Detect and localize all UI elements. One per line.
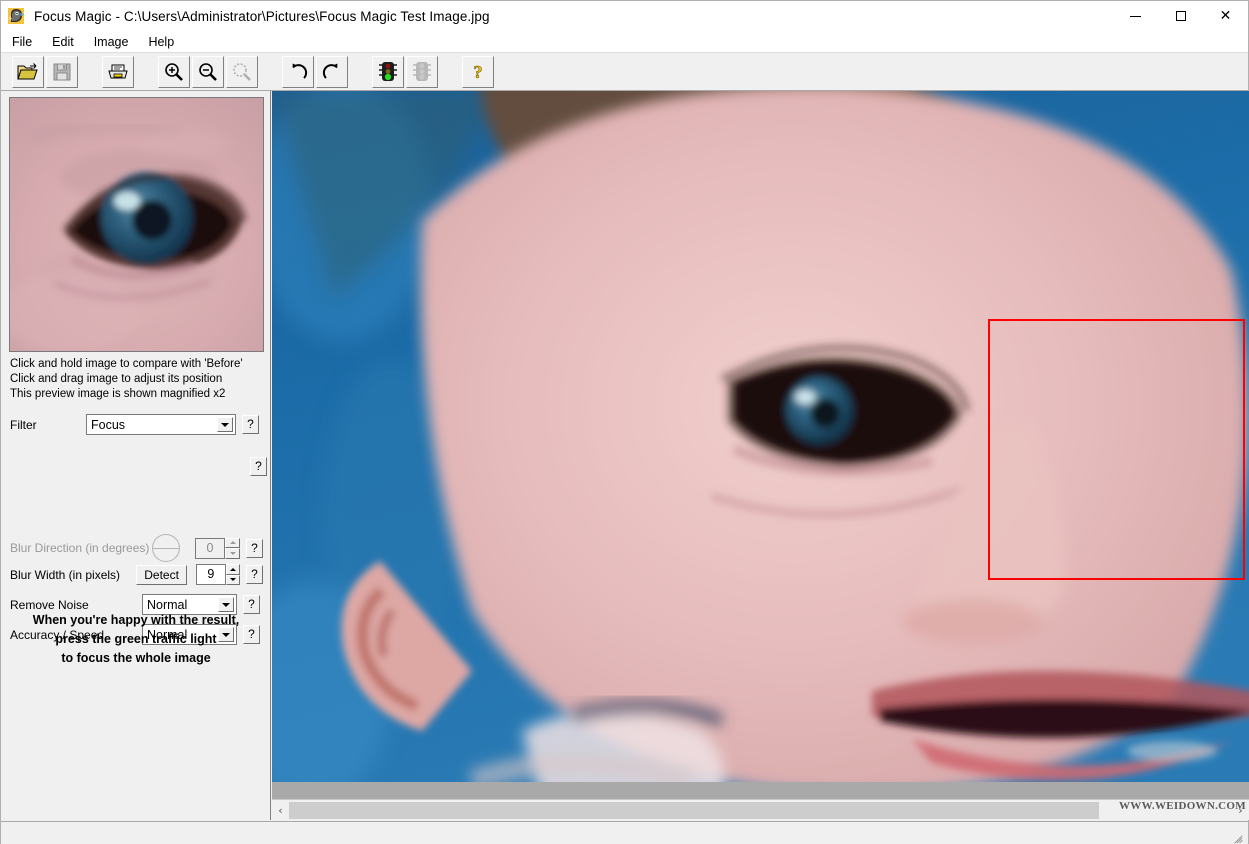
preview-hint-line1: Click and hold image to compare with 'Be… [10, 358, 243, 370]
print-button[interactable] [102, 55, 134, 88]
blur-width-increment[interactable] [225, 564, 240, 575]
chevron-down-icon[interactable] [217, 417, 233, 432]
resize-grip-icon[interactable] [1233, 830, 1245, 844]
menu-item-image[interactable]: Image [85, 33, 138, 51]
focus-magic-window: Focus Magic - C:\Users\Administrator\Pic… [0, 0, 1249, 844]
close-button[interactable]: ✕ [1203, 1, 1248, 31]
blur-direction-input[interactable]: 0 [194, 537, 226, 559]
instruction-line1: When you're happy with the result, [32, 613, 240, 627]
printer-icon [108, 64, 128, 78]
main-image-canvas[interactable]: 微当下载 [272, 91, 1249, 782]
minimize-button[interactable] [1113, 1, 1158, 31]
scroll-right-arrow-icon[interactable]: › [1232, 801, 1249, 820]
help-button[interactable]: ? [462, 55, 494, 88]
window-title: Focus Magic - C:\Users\Administrator\Pic… [34, 8, 490, 24]
save-file-button[interactable] [46, 55, 78, 88]
close-icon: ✕ [1219, 8, 1232, 24]
detect-button[interactable]: Detect [136, 564, 187, 585]
blur-width-stepper[interactable] [225, 564, 240, 585]
menu-bar: File Edit Image Help [1, 31, 1248, 53]
menu-item-edit[interactable]: Edit [43, 33, 83, 51]
stop-button[interactable] [406, 55, 438, 88]
zoom-in-icon [165, 62, 183, 81]
zoom-in-button[interactable] [158, 55, 190, 88]
filter-help-button[interactable]: ? [242, 415, 259, 434]
parrot-icon [8, 7, 26, 25]
scroll-left-arrow-icon[interactable]: ‹ [272, 801, 289, 820]
blur-direction-label: Blur Direction (in degrees) [10, 541, 150, 555]
scrollbar-thumb[interactable] [289, 801, 1099, 819]
blur-direction-increment[interactable] [225, 537, 241, 548]
instruction-text: When you're happy with the result, press… [1, 611, 271, 668]
blur-width-row: Blur Width (in pixels) Detect 9 ? [10, 564, 263, 585]
undo-arrow-icon [292, 63, 308, 79]
instruction-line2: press the green traffic light [55, 632, 217, 646]
gray-traffic-light-icon [413, 61, 431, 81]
floppy-disk-icon [53, 63, 71, 80]
preview-hint-line2: Click and drag image to adjust its posit… [10, 373, 223, 385]
controls-panel: Click and hold image to compare with 'Be… [1, 91, 271, 820]
undo-button[interactable] [282, 55, 314, 88]
apply-focus-button[interactable] [372, 55, 404, 88]
instruction-line3: to focus the whole image [61, 651, 211, 665]
preview-hint: Click and hold image to compare with 'Be… [10, 357, 245, 402]
blur-width-input[interactable]: 9 [195, 564, 226, 585]
blur-direction-row: Blur Direction (in degrees) 0 ? [10, 534, 264, 562]
horizontal-scrollbar[interactable]: ‹ › [272, 799, 1249, 820]
preview-help-button[interactable]: ? [250, 457, 267, 476]
green-traffic-light-icon [379, 61, 397, 81]
redo-button[interactable] [316, 55, 348, 88]
blur-direction-help-button[interactable]: ? [246, 538, 264, 558]
zoom-fit-icon [233, 62, 251, 81]
blur-width-label: Blur Width (in pixels) [10, 567, 121, 582]
filter-select[interactable]: Focus [86, 414, 236, 435]
filter-value: Focus [91, 417, 126, 432]
scrollbar-track[interactable] [289, 800, 1232, 820]
chevron-down-icon[interactable] [218, 597, 234, 612]
filter-label: Filter [10, 417, 37, 432]
baby-face-photo [272, 91, 1249, 782]
zoom-out-button[interactable] [192, 55, 224, 88]
image-gutter [272, 782, 1249, 799]
preview-image[interactable] [9, 97, 264, 352]
zoom-fit-button[interactable] [226, 55, 258, 88]
remove-noise-label: Remove Noise [10, 597, 89, 612]
zoom-out-icon [199, 62, 217, 81]
svg-text:?: ? [474, 62, 483, 82]
menu-item-help[interactable]: Help [139, 33, 183, 51]
minimize-icon [1130, 15, 1141, 17]
blur-width-decrement[interactable] [225, 574, 240, 585]
remove-noise-value: Normal [147, 597, 188, 612]
maximize-icon [1175, 11, 1186, 21]
title-bar: Focus Magic - C:\Users\Administrator\Pic… [1, 1, 1248, 31]
blur-width-help-button[interactable]: ? [246, 565, 263, 584]
toolbar: ? [1, 53, 1248, 91]
maximize-button[interactable] [1158, 1, 1203, 31]
filter-row: Filter Focus ? [10, 414, 263, 435]
blur-direction-stepper[interactable] [225, 537, 241, 559]
open-folder-icon [17, 62, 38, 79]
angle-dial-icon[interactable] [151, 534, 180, 562]
menu-item-file[interactable]: File [3, 33, 41, 51]
question-mark-icon: ? [473, 62, 483, 82]
preview-hint-line3: This preview image is shown magnified x2 [10, 388, 226, 400]
redo-arrow-icon [322, 63, 338, 79]
open-file-button[interactable] [12, 55, 44, 88]
blur-direction-decrement[interactable] [225, 548, 241, 559]
window-controls: ✕ [1113, 1, 1248, 31]
status-bar [1, 821, 1248, 844]
